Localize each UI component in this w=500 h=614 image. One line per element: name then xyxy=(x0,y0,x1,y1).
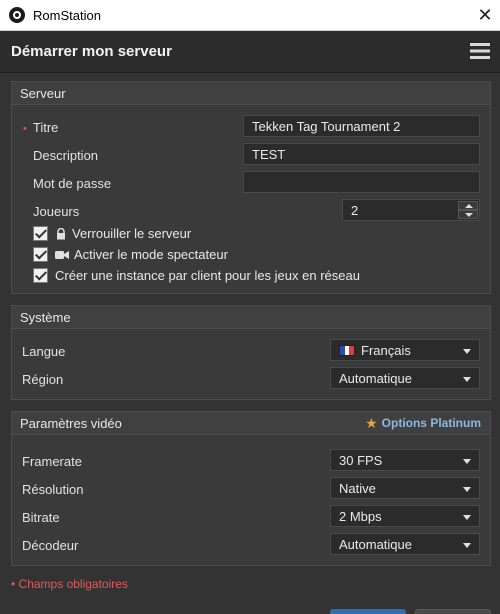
primary-action-button[interactable] xyxy=(330,609,406,614)
chevron-down-icon xyxy=(463,377,471,382)
chevron-down-icon xyxy=(463,515,471,520)
decoder-value: Automatique xyxy=(339,537,412,552)
lock-icon xyxy=(57,227,65,239)
camera-icon xyxy=(55,250,69,259)
decoder-dropdown[interactable]: Automatique xyxy=(330,533,480,555)
players-decrement-button[interactable] xyxy=(458,210,478,219)
region-dropdown[interactable]: Automatique xyxy=(330,367,480,389)
menu-icon[interactable] xyxy=(470,42,490,60)
spectator-mode-label: Activer le mode spectateur xyxy=(74,247,228,262)
framerate-value: 30 FPS xyxy=(339,453,383,468)
lock-server-checkbox[interactable] xyxy=(33,226,48,241)
title-input[interactable] xyxy=(243,115,480,137)
page-title: Démarrer mon serveur xyxy=(11,43,172,60)
resolution-dropdown[interactable]: Native xyxy=(330,477,480,499)
close-button[interactable]: ✕ xyxy=(470,0,500,30)
lock-server-label: Verrouiller le serveur xyxy=(72,226,192,241)
chevron-down-icon xyxy=(463,487,471,492)
romstation-logo-icon xyxy=(9,7,25,23)
players-value: 2 xyxy=(351,203,359,218)
required-fields-note: • Champs obligatoires xyxy=(11,577,128,591)
framerate-dropdown[interactable]: 30 FPS xyxy=(330,449,480,471)
window-title: RomStation xyxy=(33,7,101,23)
instance-per-client-checkbox[interactable] xyxy=(33,268,48,283)
chevron-down-icon xyxy=(463,543,471,548)
server-panel: Serveur •Titre Description Mot de passe … xyxy=(11,81,491,294)
decoder-label: Décodeur xyxy=(22,538,79,553)
flag-stripe-red xyxy=(349,346,355,355)
system-section-title: Système xyxy=(12,306,490,329)
chevron-down-icon xyxy=(463,349,471,354)
description-label: Description xyxy=(33,148,99,163)
resolution-value: Native xyxy=(339,481,376,496)
framerate-label: Framerate xyxy=(22,454,82,469)
players-spinner[interactable]: 2 xyxy=(342,199,480,221)
bitrate-dropdown[interactable]: 2 Mbps xyxy=(330,505,480,527)
video-section-title: Paramètres vidéo xyxy=(20,416,122,431)
required-marker: • xyxy=(11,577,16,591)
server-section-title: Serveur xyxy=(12,82,490,105)
bitrate-value: 2 Mbps xyxy=(339,509,382,524)
description-input[interactable] xyxy=(243,143,480,165)
region-value: Automatique xyxy=(339,371,412,386)
instance-per-client-label: Créer une instance par client pour les j… xyxy=(55,268,360,283)
system-panel: Système Langue Français Région Automatiq… xyxy=(11,305,491,400)
france-flag-icon xyxy=(339,345,355,356)
language-dropdown-value: Français xyxy=(339,343,411,358)
password-input[interactable] xyxy=(243,171,480,193)
title-label-row: • Titre xyxy=(23,120,58,135)
required-fields-text: Champs obligatoires xyxy=(18,577,128,591)
chevron-down-icon xyxy=(463,459,471,464)
platinum-options-link[interactable]: ★ Options Platinum xyxy=(365,412,481,435)
language-value: Français xyxy=(361,343,411,358)
required-marker: • xyxy=(23,123,27,135)
spectator-mode-checkbox-row[interactable]: Activer le mode spectateur xyxy=(33,247,228,262)
title-label: Titre xyxy=(32,120,59,135)
bitrate-label: Bitrate xyxy=(22,510,60,525)
players-increment-button[interactable] xyxy=(458,201,478,210)
secondary-action-button[interactable] xyxy=(415,609,491,614)
language-label: Langue xyxy=(22,344,66,359)
video-panel: Paramètres vidéo ★ Options Platinum Fram… xyxy=(11,411,491,566)
language-dropdown[interactable]: Français xyxy=(330,339,480,361)
password-label: Mot de passe xyxy=(33,176,112,191)
players-label: Joueurs xyxy=(33,204,80,219)
region-label: Région xyxy=(22,372,64,387)
spectator-mode-checkbox[interactable] xyxy=(33,247,48,262)
resolution-label: Résolution xyxy=(22,482,84,497)
page-header: Démarrer mon serveur xyxy=(0,31,500,73)
video-section-header: Paramètres vidéo ★ Options Platinum xyxy=(12,412,490,435)
lock-server-checkbox-row[interactable]: Verrouiller le serveur xyxy=(33,226,191,241)
star-icon: ★ xyxy=(365,415,378,431)
platinum-options-label: Options Platinum xyxy=(381,416,481,430)
instance-per-client-checkbox-row[interactable]: Créer une instance par client pour les j… xyxy=(33,268,360,283)
window-titlebar: RomStation ✕ xyxy=(0,0,500,31)
